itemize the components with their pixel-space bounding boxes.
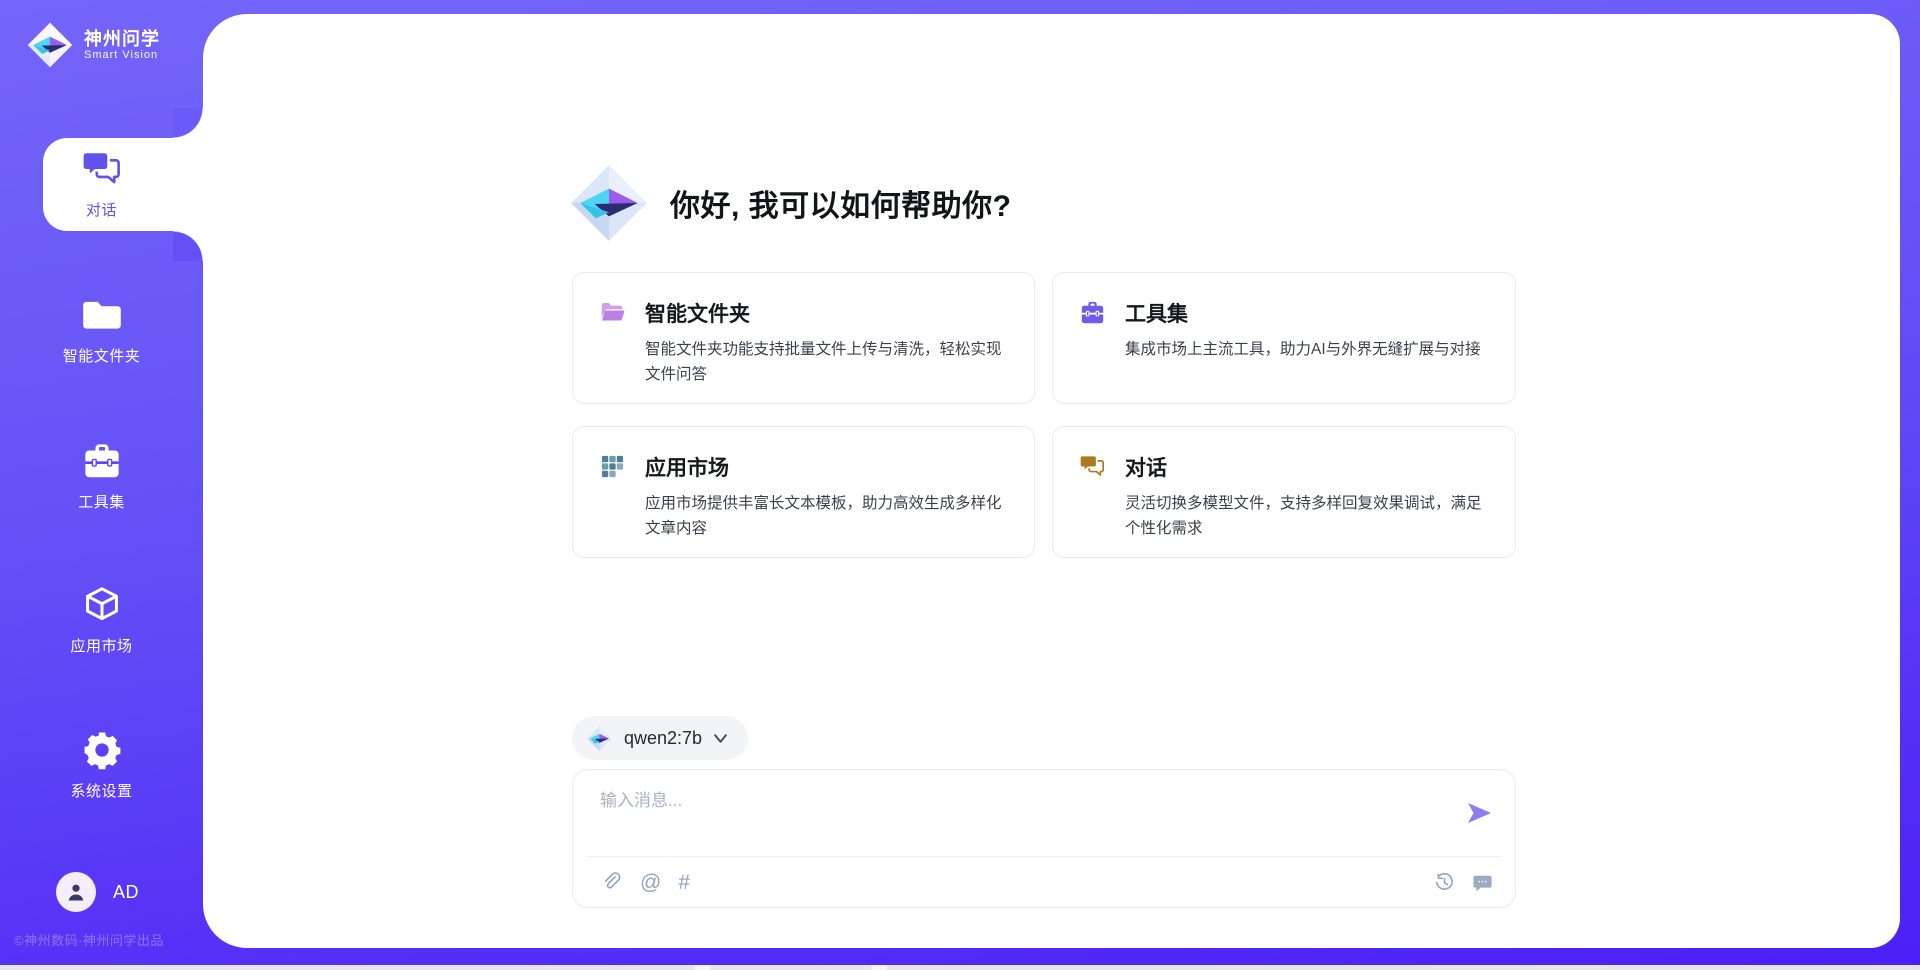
- diamond-logo-icon: [586, 725, 613, 752]
- diamond-logo-icon: [568, 162, 650, 244]
- feature-cards: 智能文件夹 智能文件夹功能支持批量文件上传与清洗，轻松实现文件问答 工具集 集成…: [572, 272, 1516, 558]
- sidebar-item-label: 智能文件夹: [63, 345, 141, 366]
- gear-icon: [81, 729, 123, 771]
- toolbox-icon: [81, 440, 123, 482]
- card-title: 工具集: [1125, 298, 1481, 328]
- card-app-market[interactable]: 应用市场 应用市场提供丰富长文本模板，助力高效生成多样化文章内容: [572, 426, 1035, 558]
- toolbox-icon: [1079, 299, 1106, 326]
- folder-icon: [81, 294, 123, 336]
- sidebar-item-toolset[interactable]: 工具集: [0, 440, 203, 512]
- mention-icon[interactable]: @: [640, 872, 661, 893]
- greeting-text: 你好, 我可以如何帮助你?: [670, 181, 1012, 225]
- sidebar-item-settings[interactable]: 系统设置: [0, 729, 203, 801]
- sidebar-item-smart-folder[interactable]: 智能文件夹: [0, 294, 203, 366]
- chat-bubbles-icon: [81, 148, 123, 190]
- sidebar-item-app-market[interactable]: 应用市场: [0, 584, 203, 656]
- tab-curve-top: [173, 108, 203, 138]
- model-selector[interactable]: qwen2:7b: [572, 716, 748, 760]
- open-folder-icon: [599, 299, 626, 326]
- sidebar-item-label: 应用市场: [70, 635, 132, 656]
- bottom-edge-strip: [0, 965, 1920, 970]
- main-content: 你好, 我可以如何帮助你? 智能文件夹 智能文件夹功能支持批量文件上传与清洗，轻…: [572, 14, 1516, 948]
- brand-diamond-icon: [26, 21, 74, 69]
- brand-name: 神州问学: [84, 29, 160, 50]
- chat-icon[interactable]: [1471, 871, 1494, 894]
- tab-curve-bottom: [173, 231, 203, 261]
- send-icon[interactable]: [1466, 801, 1492, 825]
- card-desc: 智能文件夹功能支持批量文件上传与清洗，轻松实现文件问答: [645, 337, 1010, 387]
- message-input[interactable]: [600, 786, 1440, 816]
- sidebar-item-chat[interactable]: 对话: [0, 148, 203, 220]
- brand: 神州问学 Smart Vision: [26, 21, 160, 69]
- app-window: 你好, 我可以如何帮助你? 智能文件夹 智能文件夹功能支持批量文件上传与清洗，轻…: [0, 0, 1920, 970]
- attachment-icon[interactable]: [600, 871, 623, 894]
- card-title: 对话: [1125, 452, 1491, 482]
- chevron-down-icon: [713, 733, 728, 744]
- greeting-row: 你好, 我可以如何帮助你?: [568, 162, 1012, 244]
- hashtag-icon[interactable]: #: [678, 872, 690, 893]
- sidebar-item-label: 工具集: [78, 491, 125, 512]
- card-title: 智能文件夹: [645, 298, 1010, 328]
- cube-icon: [81, 584, 123, 626]
- card-desc: 灵活切换多模型文件，支持多样回复效果调试，满足个性化需求: [1125, 491, 1491, 541]
- avatar: [56, 872, 96, 912]
- grid-icon: [599, 453, 626, 480]
- card-smart-folder[interactable]: 智能文件夹 智能文件夹功能支持批量文件上传与清洗，轻松实现文件问答: [572, 272, 1035, 404]
- sidebar-item-label: 对话: [86, 199, 117, 220]
- user-initials: AD: [113, 882, 139, 903]
- chat-bubbles-icon: [1079, 453, 1106, 480]
- composer-toolbar: @ #: [600, 857, 1494, 907]
- history-icon[interactable]: [1433, 871, 1456, 894]
- sidebar-item-label: 系统设置: [70, 780, 132, 801]
- brand-subtitle: Smart Vision: [84, 49, 160, 61]
- card-toolset[interactable]: 工具集 集成市场上主流工具，助力AI与外界无缝扩展与对接: [1052, 272, 1516, 404]
- card-desc: 应用市场提供丰富长文本模板，助力高效生成多样化文章内容: [645, 491, 1010, 541]
- sidebar: 神州问学 Smart Vision 对话 智能文件夹: [0, 0, 203, 970]
- model-name: qwen2:7b: [624, 728, 702, 749]
- card-title: 应用市场: [645, 452, 1010, 482]
- copyright-text: ©神州数码·神州问学出品: [14, 930, 164, 949]
- person-icon: [64, 880, 88, 904]
- message-composer: @ #: [572, 769, 1516, 908]
- main-panel: 你好, 我可以如何帮助你? 智能文件夹 智能文件夹功能支持批量文件上传与清洗，轻…: [203, 14, 1900, 948]
- user-menu[interactable]: AD: [56, 872, 139, 912]
- card-desc: 集成市场上主流工具，助力AI与外界无缝扩展与对接: [1125, 337, 1481, 362]
- card-chat[interactable]: 对话 灵活切换多模型文件，支持多样回复效果调试，满足个性化需求: [1052, 426, 1516, 558]
